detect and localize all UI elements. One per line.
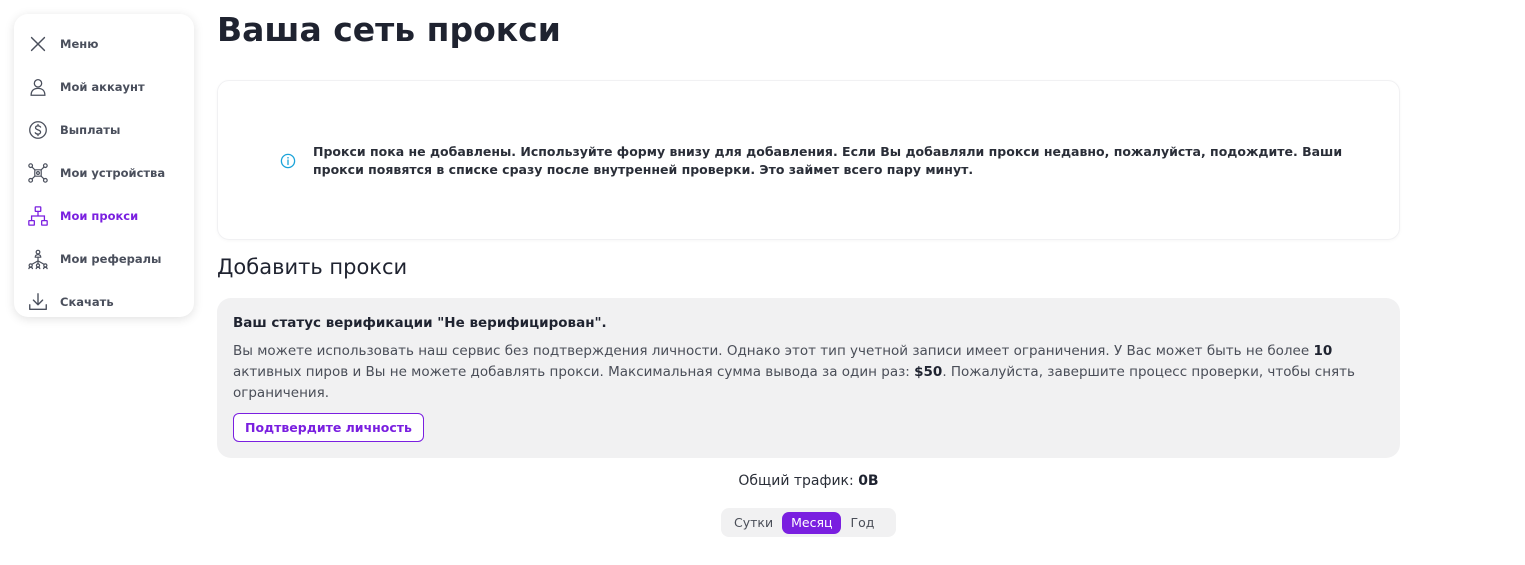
- period-month-button[interactable]: Месяц: [782, 511, 842, 534]
- devices-icon: [26, 161, 50, 185]
- sidebar-item-label: Выплаты: [60, 122, 121, 137]
- verification-status-title: Ваш статус верификации "Не верифицирован…: [233, 315, 607, 331]
- referrals-icon: [26, 247, 50, 271]
- sidebar-item-label: Меню: [60, 36, 99, 51]
- dollar-icon: [26, 118, 50, 142]
- period-year-button[interactable]: Год: [841, 512, 883, 534]
- sidebar-item-menu[interactable]: Меню: [14, 22, 194, 65]
- period-day-button[interactable]: Сутки: [725, 512, 782, 534]
- verification-text-part: активных пиров и Вы не можете добавлять …: [233, 364, 915, 380]
- close-icon: [26, 32, 50, 56]
- add-proxy-title: Добавить прокси: [217, 255, 408, 279]
- verification-status-text: Вы можете использовать наш сервис без по…: [233, 341, 1363, 404]
- sidebar-item-download[interactable]: Скачать: [14, 280, 194, 323]
- download-icon: [26, 290, 50, 314]
- period-switch: Сутки Месяц Год: [721, 508, 896, 537]
- sidebar-item-label: Мои прокси: [60, 208, 139, 223]
- empty-proxy-message: Прокси пока не добавлены. Используйте фо…: [313, 144, 1343, 177]
- sidebar-item-devices[interactable]: Мои устройства: [14, 151, 194, 194]
- sidebar-item-payouts[interactable]: Выплаты: [14, 108, 194, 151]
- sidebar-item-label: Мои рефералы: [60, 251, 162, 266]
- sidebar-item-label: Мои устройства: [60, 165, 166, 180]
- total-traffic-label: Общий трафик:: [738, 473, 859, 489]
- page-title: Ваша сеть прокси: [217, 10, 561, 49]
- sidebar: Меню Мой аккаунт Выплаты Мои устройства …: [14, 14, 194, 317]
- network-icon: [26, 204, 50, 228]
- verification-text-part: Вы можете использовать наш сервис без по…: [233, 343, 1314, 359]
- peer-limit-value: 10: [1313, 343, 1333, 359]
- verify-identity-button[interactable]: Подтвердите личность: [233, 413, 424, 442]
- withdraw-limit-value: $50: [914, 364, 943, 380]
- sidebar-item-label: Мой аккаунт: [60, 79, 145, 94]
- sidebar-item-account[interactable]: Мой аккаунт: [14, 65, 194, 108]
- info-icon: [280, 153, 296, 169]
- sidebar-item-label: Скачать: [60, 294, 114, 309]
- verification-status-card: Ваш статус верификации "Не верифицирован…: [217, 298, 1400, 458]
- sidebar-item-referrals[interactable]: Мои рефералы: [14, 237, 194, 280]
- sidebar-item-proxies[interactable]: Мои прокси: [14, 194, 194, 237]
- total-traffic-value: 0B: [858, 473, 879, 489]
- proxy-list-empty-card: Прокси пока не добавлены. Используйте фо…: [217, 80, 1400, 240]
- user-icon: [26, 75, 50, 99]
- total-traffic: Общий трафик: 0B: [617, 473, 1000, 489]
